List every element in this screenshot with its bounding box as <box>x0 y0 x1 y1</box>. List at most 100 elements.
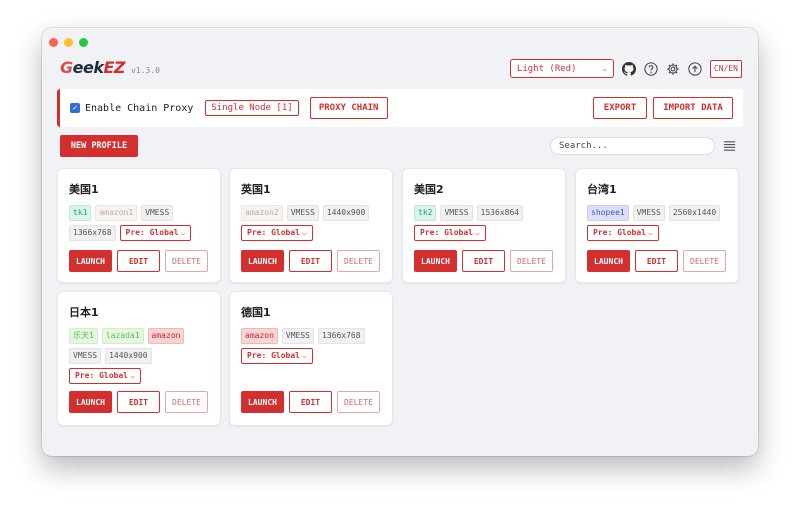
pre-proxy-select[interactable]: Pre: Global ⌵ <box>414 225 486 241</box>
edit-button[interactable]: EDIT <box>117 391 160 413</box>
profile-tags: amazon2 VMESS 1440x900 Pre: Global ⌵ <box>241 205 387 241</box>
logo-eek: eek <box>72 58 104 77</box>
pre-proxy-select[interactable]: Pre: Global ⌵ <box>587 225 659 241</box>
pre-proxy-select[interactable]: Pre: Global ⌵ <box>69 368 141 384</box>
delete-button[interactable]: DELETE <box>337 250 380 272</box>
pre-proxy-select[interactable]: Pre: Global ⌵ <box>241 225 313 241</box>
profile-actions: LAUNCH EDIT DELETE <box>69 250 208 272</box>
profile-card: 美国2 tk2 VMESS 1536x864 Pre: Global ⌵ LAUN… <box>402 168 566 283</box>
logo-text: GeekEZ <box>60 58 126 77</box>
profile-title: 日本1 <box>69 306 99 319</box>
protocol-tag: VMESS <box>286 205 319 221</box>
edit-button[interactable]: EDIT <box>289 391 332 413</box>
gear-icon[interactable] <box>666 62 680 76</box>
resolution-tag: 1440x900 <box>322 205 370 221</box>
new-profile-button[interactable]: NEW PROFILE <box>60 135 138 157</box>
chain-proxy-bar: ✓ Enable Chain Proxy Single Node [1] PRO… <box>57 89 743 127</box>
profile-tags: 乐天1 lazada1 amazon VMESS 1440x900 Pre: G… <box>69 328 215 384</box>
chevron-down-icon: ⌵ <box>301 351 307 360</box>
profile-actions: LAUNCH EDIT DELETE <box>69 391 208 413</box>
delete-button[interactable]: DELETE <box>165 250 208 272</box>
upload-icon[interactable] <box>688 61 702 76</box>
chevron-down-icon: ⌵ <box>647 228 653 237</box>
help-icon[interactable] <box>644 61 658 76</box>
theme-select[interactable]: Light (Red) ⌵ <box>509 59 614 78</box>
profile-tag: 乐天1 <box>69 328 98 344</box>
chevron-down-icon: ⌵ <box>301 228 307 237</box>
protocol-tag: VMESS <box>440 205 473 221</box>
version-label: v1.3.0 <box>131 66 160 75</box>
protocol-tag: VMESS <box>69 348 102 364</box>
logo-ez: EZ <box>103 58 126 77</box>
node-mode-badge[interactable]: Single Node [1] <box>205 100 299 116</box>
delete-button[interactable]: DELETE <box>683 250 726 272</box>
edit-button[interactable]: EDIT <box>117 250 160 272</box>
launch-button[interactable]: LAUNCH <box>241 391 284 413</box>
resolution-tag: 1366x768 <box>69 225 116 241</box>
profile-tag: amazon <box>147 328 185 344</box>
protocol-tag: VMESS <box>632 205 665 221</box>
app-window: GeekEZ v1.3.0 Light (Red) ⌵ CN/EN ✓ Enab… <box>42 28 758 456</box>
minimize-window-button[interactable] <box>64 38 73 47</box>
enable-chain-proxy-label: Enable Chain Proxy <box>85 102 194 114</box>
export-button[interactable]: EXPORT <box>593 97 647 119</box>
search-input[interactable] <box>550 137 715 155</box>
pre-proxy-value: Pre: Global <box>75 371 128 380</box>
profile-actions: LAUNCH EDIT DELETE <box>414 250 553 272</box>
profile-tag: lazada1 <box>101 328 144 344</box>
profile-title: 美国2 <box>414 183 444 196</box>
launch-button[interactable]: LAUNCH <box>241 250 284 272</box>
pre-proxy-select[interactable]: Pre: Global ⌵ <box>119 225 192 241</box>
launch-button[interactable]: LAUNCH <box>69 250 112 272</box>
resolution-tag: 1440x900 <box>105 348 152 364</box>
proxy-chain-button[interactable]: PROXY CHAIN <box>309 97 388 119</box>
pre-proxy-value: Pre: Global <box>125 228 179 237</box>
resolution-tag: 1536x864 <box>476 205 524 221</box>
profile-tag: tk1 <box>69 205 92 221</box>
protocol-tag: VMESS <box>141 205 174 221</box>
pre-proxy-value: Pre: Global <box>593 228 646 237</box>
edit-button[interactable]: EDIT <box>462 250 505 272</box>
protocol-tag: VMESS <box>281 328 314 344</box>
resolution-tag: 1366x768 <box>318 328 365 344</box>
delete-button[interactable]: DELETE <box>337 391 380 413</box>
launch-button[interactable]: LAUNCH <box>69 391 112 413</box>
delete-button[interactable]: DELETE <box>165 391 208 413</box>
zoom-window-button[interactable] <box>79 38 88 47</box>
profile-tags: amazon VMESS 1366x768 Pre: Global ⌵ <box>241 328 387 364</box>
language-toggle-button[interactable]: CN/EN <box>709 59 742 78</box>
chevron-down-icon: ⌵ <box>180 228 186 237</box>
edit-button[interactable]: EDIT <box>289 250 332 272</box>
chevron-down-icon: ⌵ <box>602 64 607 73</box>
profile-card: 美国1 tk1 amazon1 VMESS 1366x768 Pre: Glob… <box>57 168 221 283</box>
close-window-button[interactable] <box>49 38 58 47</box>
profile-tags: tk2 VMESS 1536x864 Pre: Global ⌵ <box>414 205 560 241</box>
profile-tag: amazon2 <box>241 205 283 221</box>
pre-proxy-select[interactable]: Pre: Global ⌵ <box>241 348 313 364</box>
profile-card: 德国1 amazon VMESS 1366x768 Pre: Global ⌵ L… <box>229 291 393 426</box>
profile-tag: tk2 <box>414 205 437 221</box>
profile-tags: tk1 amazon1 VMESS 1366x768 Pre: Global ⌵ <box>69 205 215 241</box>
profile-tags: shopee1 VMESS 2560x1440 Pre: Global ⌵ <box>587 205 733 241</box>
import-data-button[interactable]: IMPORT DATA <box>653 97 733 119</box>
chevron-down-icon: ⌵ <box>474 228 480 237</box>
app-logo: GeekEZ v1.3.0 <box>60 58 160 77</box>
chevron-down-icon: ⌵ <box>129 371 135 380</box>
window-controls <box>49 38 88 47</box>
profile-tag: amazon1 <box>95 205 138 221</box>
list-view-icon[interactable] <box>723 139 736 152</box>
profile-card: 日本1 乐天1 lazada1 amazon VMESS 1440x900 Pr… <box>57 291 221 426</box>
profile-title: 英国1 <box>241 183 271 196</box>
resolution-tag: 2560x1440 <box>668 205 721 221</box>
enable-chain-proxy-checkbox[interactable]: ✓ <box>70 103 80 113</box>
header-controls: Light (Red) ⌵ CN/EN <box>509 59 742 78</box>
github-icon[interactable] <box>621 61 636 76</box>
edit-button[interactable]: EDIT <box>635 250 678 272</box>
profile-actions: LAUNCH EDIT DELETE <box>587 250 726 272</box>
launch-button[interactable]: LAUNCH <box>587 250 630 272</box>
profile-card: 英国1 amazon2 VMESS 1440x900 Pre: Global ⌵ … <box>229 168 393 283</box>
profile-title: 德国1 <box>241 306 271 319</box>
delete-button[interactable]: DELETE <box>510 250 553 272</box>
launch-button[interactable]: LAUNCH <box>414 250 457 272</box>
pre-proxy-value: Pre: Global <box>420 228 473 237</box>
